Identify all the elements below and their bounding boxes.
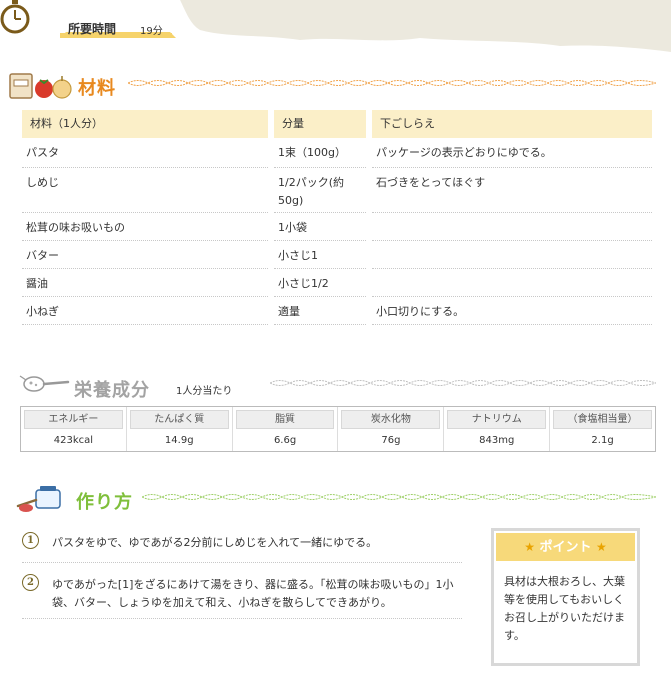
ingredient-prep: 小口切りにする。: [372, 297, 652, 325]
section-divider: [128, 80, 656, 86]
step-text: ゆであがった[1]をざるにあけて湯をきり、器に盛る。「松茸の味お吸いもの」1小袋…: [52, 578, 454, 609]
step-number: 1: [22, 532, 39, 549]
star-icon: ★: [596, 540, 607, 554]
nutrition-value: 843mg: [479, 435, 515, 446]
ingredient-name: バター: [22, 241, 268, 269]
table-row: バター 小さじ1: [22, 241, 652, 269]
nutrition-label: （食塩相当量）: [553, 410, 652, 429]
nutrition-label: 脂質: [235, 410, 335, 429]
ingredient-prep: 石づきをとってほぐす: [372, 168, 652, 213]
ingredient-name: 小ねぎ: [22, 297, 268, 325]
nutrition-title: 栄養成分: [74, 380, 150, 401]
ingredient-amount: 適量: [274, 297, 366, 325]
nutrition-note: 1人分当たり: [176, 386, 233, 397]
nutrition-column: 脂質 6.6g: [233, 407, 339, 451]
nutrition-value: 76g: [381, 435, 401, 446]
point-text: 具材は大根おろし、大葉等を使用してもおいしくお召し上がりいただけます。: [504, 575, 625, 642]
header-prep: 下ごしらえ: [372, 110, 652, 138]
nutrition-value: 423kcal: [53, 435, 94, 446]
ingredient-prep: [372, 269, 652, 297]
time-value: 19分: [140, 26, 163, 37]
ingredient-name: しめじ: [22, 168, 268, 213]
ingredient-amount: 1/2パック(約50g): [274, 168, 366, 213]
ingredients-table: 材料（1人分） 分量 下ごしらえ パスタ 1束（100g） パッケージの表示どお…: [22, 110, 652, 325]
table-row: しめじ 1/2パック(約50g) 石づきをとってほぐす: [22, 168, 652, 213]
ingredient-prep: [372, 213, 652, 241]
point-header: ★ ポイント ★: [496, 533, 635, 561]
ingredient-amount: 小さじ1: [274, 241, 366, 269]
time-band: 所要時間 19分: [0, 0, 671, 56]
ingredient-amount: 小さじ1/2: [274, 269, 366, 297]
ingredient-name: 醤油: [22, 269, 268, 297]
section-divider: [142, 494, 656, 500]
nutrition-column: 炭水化物 76g: [338, 407, 445, 451]
step-item: 1 パスタをゆで、ゆであがる2分前にしめじを入れて一緒にゆでる。: [22, 532, 462, 563]
ingredients-title: 材料: [78, 78, 116, 99]
step-item: 2 ゆであがった[1]をざるにあけて湯をきり、器に盛る。「松茸の味お吸いもの」1…: [22, 574, 462, 619]
nutrition-value: 2.1g: [591, 435, 614, 446]
ingredient-name: 松茸の味お吸いもの: [22, 213, 268, 241]
point-title: ポイント: [539, 540, 592, 555]
ingredient-name: パスタ: [22, 138, 268, 168]
ingredient-prep: パッケージの表示どおりにゆでる。: [372, 138, 652, 168]
point-box: ★ ポイント ★ 具材は大根おろし、大葉等を使用してもおいしくお召し上がりいただ…: [491, 528, 640, 666]
steps-title: 作り方: [76, 492, 133, 513]
spoon-icon: [19, 375, 70, 392]
table-header-row: 材料（1人分） 分量 下ごしらえ: [22, 110, 652, 138]
nutrition-column: （食塩相当量） 2.1g: [550, 407, 655, 451]
ingredient-amount: 1束（100g）: [274, 138, 366, 168]
nutrition-value: 6.6g: [273, 435, 297, 446]
table-row: パスタ 1束（100g） パッケージの表示どおりにゆでる。: [22, 138, 652, 168]
table-row: 小ねぎ 適量 小口切りにする。: [22, 297, 652, 325]
nutrition-column: たんぱく質 14.9g: [127, 407, 233, 451]
star-icon: ★: [524, 540, 535, 554]
nutrition-label: たんぱく質: [129, 410, 229, 429]
nutrition-label: エネルギー: [24, 410, 123, 429]
nutrition-table: エネルギー 423kcal たんぱく質 14.9g 脂質 6.6g 炭水化物 7…: [20, 406, 656, 452]
ingredient-amount: 1小袋: [274, 213, 366, 241]
table-row: 松茸の味お吸いもの 1小袋: [22, 213, 652, 241]
header-name: 材料（1人分）: [22, 110, 268, 138]
stopwatch-icon: [0, 0, 30, 34]
step-number: 2: [22, 574, 39, 591]
ingredients-icon: [9, 73, 72, 99]
nutrition-label: ナトリウム: [447, 410, 547, 429]
step-text: パスタをゆで、ゆであがる2分前にしめじを入れて一緒にゆでる。: [52, 536, 378, 549]
nutrition-label: 炭水化物: [341, 410, 441, 429]
section-divider: [270, 380, 656, 386]
table-row: 醤油 小さじ1/2: [22, 269, 652, 297]
time-label: 所要時間: [68, 22, 117, 36]
nutrition-column: ナトリウム 843mg: [444, 407, 551, 451]
ingredient-prep: [372, 241, 652, 269]
nutrition-column: エネルギー 423kcal: [21, 407, 127, 451]
cooking-icon: [16, 486, 61, 512]
nutrition-value: 14.9g: [164, 435, 194, 446]
header-amount: 分量: [274, 110, 366, 138]
